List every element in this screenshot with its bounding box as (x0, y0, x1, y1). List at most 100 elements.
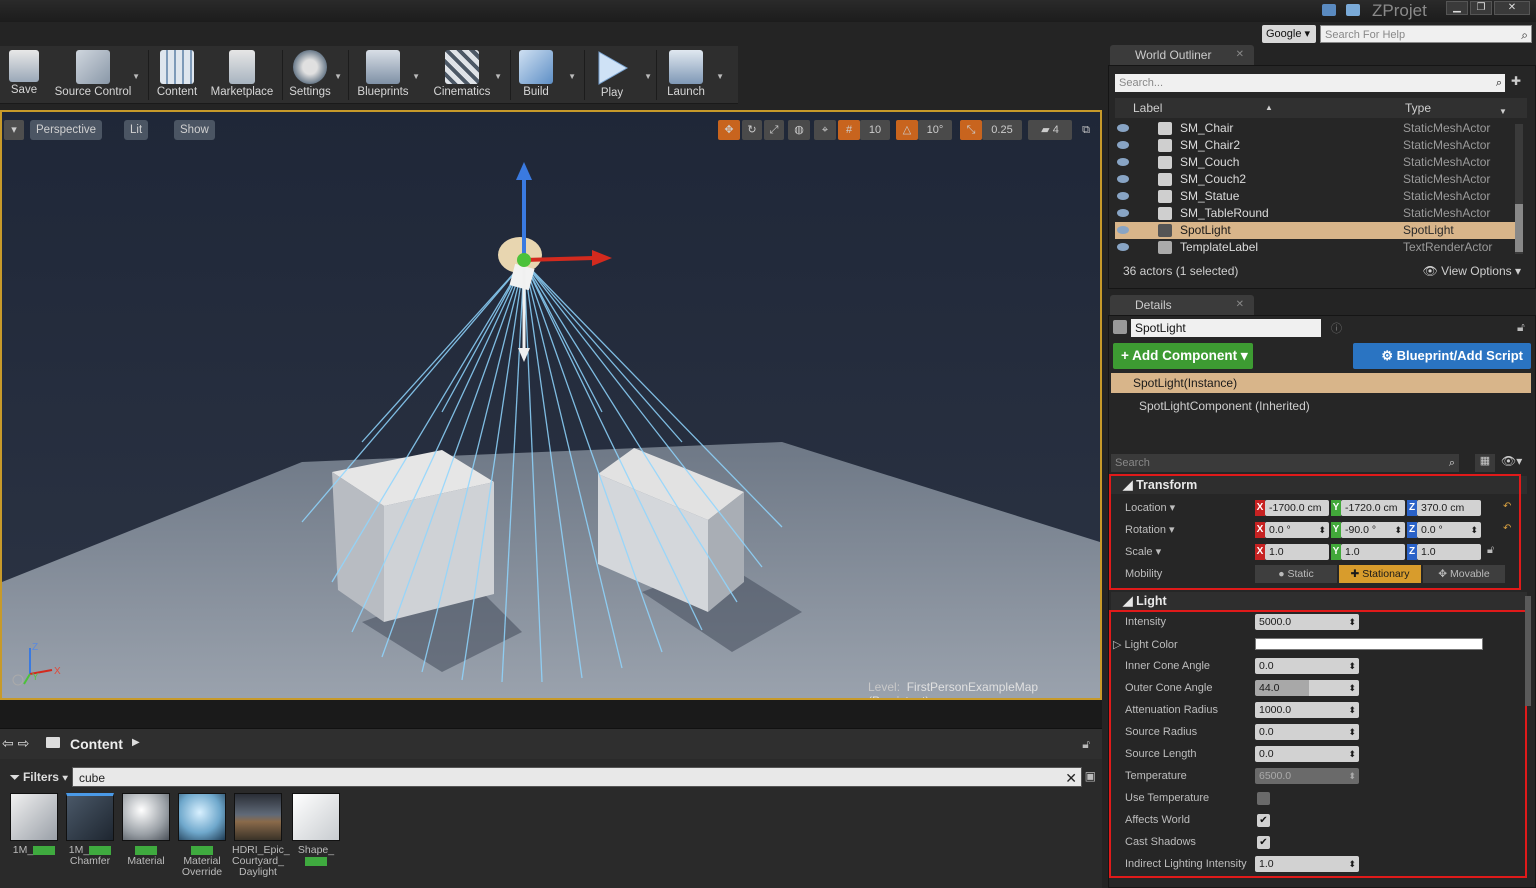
content-button[interactable]: Content (154, 48, 200, 102)
history-nav-icon[interactable]: ⇦ ⇨ (2, 735, 29, 752)
maximize-viewport-icon[interactable]: ⧉ (1078, 120, 1094, 140)
asset-tile[interactable]: Shape_ c (290, 793, 342, 867)
chat-icon[interactable] (1322, 4, 1336, 16)
visibility-eye-icon[interactable] (1117, 243, 1129, 251)
marketplace-button[interactable]: Marketplace (208, 48, 276, 102)
component-instance-row[interactable]: SpotLight(Instance) (1111, 373, 1531, 393)
close-tab-icon[interactable]: ✕ (1236, 295, 1244, 315)
asset-tile[interactable]: 1M_ c Chamfer (64, 793, 116, 867)
viewport-options-menu[interactable]: ▾ (4, 120, 24, 140)
rotation-snap-icon[interactable]: △ (896, 120, 918, 140)
notification-icon[interactable] (1346, 4, 1360, 16)
search-engine-select[interactable]: Google ▾ (1262, 25, 1316, 43)
perspective-mode-button[interactable]: Perspective (30, 120, 103, 140)
camera-speed-button[interactable]: ▰ 4 (1028, 120, 1072, 140)
visibility-eye-icon[interactable] (1117, 124, 1129, 132)
source-control-button[interactable]: Source Control ▼ (52, 48, 140, 102)
gizmo-center[interactable] (517, 253, 531, 267)
blueprints-button[interactable]: Blueprints ▼ (354, 48, 420, 102)
build-button[interactable]: Build ▼ (516, 48, 576, 102)
chevron-down-icon[interactable]: ▼ (716, 72, 724, 81)
grid-snap-icon[interactable]: # (838, 120, 860, 140)
launch-button[interactable]: Launch ▼ (662, 48, 724, 102)
outliner-row[interactable]: SM_Couch StaticMeshActor (1115, 154, 1515, 171)
chevron-down-icon[interactable]: ▼ (132, 72, 140, 81)
chevron-down-icon[interactable]: ▼ (334, 72, 342, 81)
outliner-scrollbar[interactable] (1515, 124, 1523, 254)
panel-splitter[interactable] (0, 700, 1102, 728)
light-section-header[interactable]: ◢ Light (1111, 592, 1527, 610)
minimize-button[interactable]: ▁ (1446, 1, 1468, 15)
add-actor-icon[interactable]: ✚ (1511, 74, 1521, 88)
rotation-snap-value[interactable]: 10° (918, 120, 952, 140)
lock-icon[interactable]: 🔓︎ (1517, 320, 1525, 335)
filters-button[interactable]: ⏷ Filters ▾ (6, 767, 70, 787)
content-path-root[interactable]: Content (70, 736, 123, 752)
cinematics-button[interactable]: Cinematics ▼ (430, 48, 502, 102)
view-mode-lit-button[interactable]: Lit (124, 120, 149, 140)
close-tab-icon[interactable]: ✕ (1236, 45, 1244, 65)
scale-tool-icon[interactable]: ⤢ (764, 120, 784, 140)
visibility-eye-icon[interactable] (1117, 209, 1129, 217)
actor-name-input[interactable]: SpotLight (1131, 319, 1321, 337)
details-scrollbar[interactable] (1525, 596, 1531, 706)
play-button[interactable]: Play ▼ (590, 48, 652, 102)
outliner-row-selected[interactable]: SpotLight SpotLight (1115, 222, 1515, 239)
settings-button[interactable]: Settings ▼ (286, 48, 342, 102)
column-type[interactable]: Type (1405, 98, 1431, 118)
chevron-down-icon[interactable]: ▼ (568, 72, 576, 81)
blueprint-add-script-button[interactable]: ⚙ Blueprint/Add Script (1353, 343, 1531, 369)
lock-icon[interactable]: 🔓︎ (1082, 737, 1090, 752)
help-search-input[interactable]: Search For Help ⌕ (1320, 25, 1532, 43)
outliner-row[interactable]: SM_Chair StaticMeshActor (1115, 120, 1515, 137)
visibility-eye-icon[interactable] (1117, 175, 1129, 183)
outliner-row[interactable]: SM_Couch2 StaticMeshActor (1115, 171, 1515, 188)
visibility-eye-icon[interactable] (1117, 141, 1129, 149)
chevron-down-icon[interactable]: ▼ (1499, 102, 1507, 122)
tab-world-outliner[interactable]: World Outliner ✕ (1110, 45, 1254, 65)
show-flags-button[interactable]: Show (174, 120, 215, 140)
chevron-down-icon[interactable]: ▼ (494, 72, 502, 81)
grid-snap-value[interactable]: 10 (860, 120, 890, 140)
world-space-icon[interactable]: ◍ (788, 120, 810, 140)
surface-snap-icon[interactable]: ⌖ (814, 120, 836, 140)
details-search-input[interactable]: Search ⌕ (1111, 454, 1459, 472)
text-render-actor-icon (1158, 241, 1172, 254)
chevron-down-icon[interactable]: ▼ (644, 72, 652, 81)
scale-snap-icon[interactable]: ⤡ (960, 120, 982, 140)
close-button[interactable]: ✕ (1494, 1, 1530, 15)
translate-tool-icon[interactable]: ✥ (718, 120, 740, 140)
visibility-filter-icon[interactable]: 👁︎▾ (1501, 454, 1522, 468)
property-matrix-icon[interactable]: ▦ (1475, 454, 1495, 472)
outliner-search-input[interactable]: Search... ⌕ (1115, 74, 1505, 92)
tab-details[interactable]: Details ✕ (1110, 295, 1254, 315)
asset-tile[interactable]: 1M_ c (8, 793, 60, 856)
path-chevron-icon[interactable]: ▶ (132, 737, 140, 748)
scrollbar-thumb[interactable] (1515, 204, 1523, 252)
maximize-button[interactable]: ❐ (1470, 1, 1492, 15)
scene-render[interactable] (2, 112, 1100, 698)
save-search-icon[interactable]: ▣ (1085, 769, 1096, 783)
column-label[interactable]: Label (1133, 98, 1162, 118)
add-component-button[interactable]: + Add Component ▾ (1113, 343, 1253, 369)
help-icon[interactable]: ⓘ (1331, 320, 1342, 336)
rotate-tool-icon[interactable]: ↻ (742, 120, 762, 140)
chevron-down-icon[interactable]: ▼ (412, 72, 420, 81)
level-viewport[interactable]: ▾ Perspective Lit Show ✥ ↻ ⤢ ◍ ⌖ # 10 △ … (0, 110, 1102, 700)
asset-tile[interactable]: HDRI_Epic_ Courtyard_ Daylight (232, 793, 290, 878)
clear-search-icon[interactable]: ✕ (1065, 768, 1077, 788)
view-options-button[interactable]: 👁︎ View Options ▾ (1423, 264, 1521, 278)
outliner-row[interactable]: SM_Statue StaticMeshActor (1115, 188, 1515, 205)
visibility-eye-icon[interactable] (1117, 158, 1129, 166)
scale-snap-value[interactable]: 0.25 (982, 120, 1022, 140)
asset-tile[interactable]: c Material (120, 793, 172, 867)
visibility-eye-icon[interactable] (1117, 192, 1129, 200)
visibility-eye-icon[interactable] (1117, 226, 1129, 234)
outliner-row[interactable]: SM_TableRound StaticMeshActor (1115, 205, 1515, 222)
outliner-row[interactable]: TemplateLabel TextRenderActor (1115, 239, 1515, 256)
component-inherited-row[interactable]: SpotLightComponent (Inherited) (1121, 399, 1310, 413)
outliner-row[interactable]: SM_Chair2 StaticMeshActor (1115, 137, 1515, 154)
content-search-input[interactable]: cube ✕ (72, 767, 1082, 787)
asset-tile[interactable]: c Material Override (176, 793, 228, 878)
save-button[interactable]: Save (4, 48, 44, 102)
